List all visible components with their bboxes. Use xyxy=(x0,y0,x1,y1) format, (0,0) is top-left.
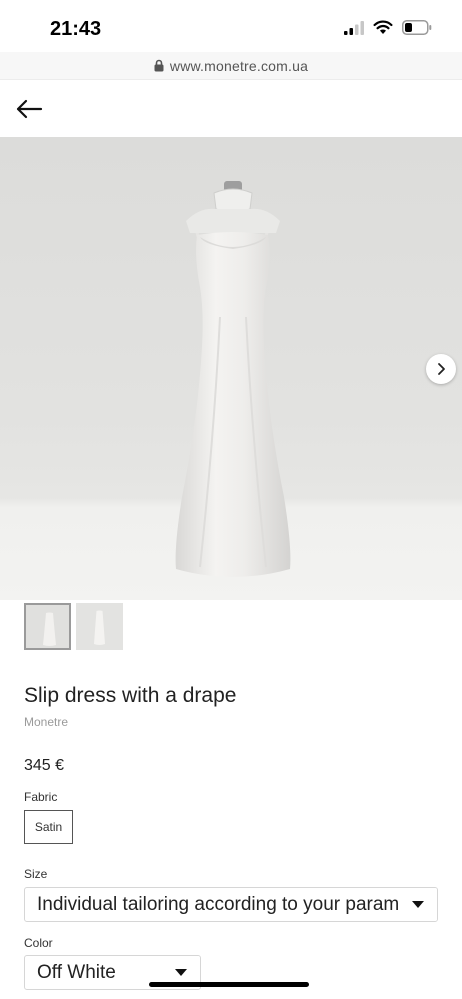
product-title: Slip dress with a drape xyxy=(24,684,237,707)
size-select[interactable]: Individual tailoring according to your p… xyxy=(24,887,438,922)
status-time: 21:43 xyxy=(50,18,102,40)
size-label: Size xyxy=(24,867,48,881)
thumbnail-dress-image xyxy=(76,603,123,650)
back-button[interactable] xyxy=(14,94,44,124)
thumbnail-1[interactable] xyxy=(24,603,71,650)
chevron-down-icon xyxy=(399,888,437,921)
top-nav xyxy=(0,80,462,137)
thumbnail-2[interactable] xyxy=(76,603,123,650)
fabric-option-satin[interactable]: Satin xyxy=(24,810,73,844)
browser-url-bar[interactable]: www.monetre.com.ua xyxy=(0,52,462,80)
chevron-right-icon xyxy=(438,363,445,375)
lock-icon xyxy=(154,59,164,72)
battery-icon xyxy=(402,20,432,35)
color-label: Color xyxy=(24,936,53,950)
status-icons xyxy=(344,20,432,35)
product-price: 345 € xyxy=(24,757,65,774)
fabric-label: Fabric xyxy=(24,790,58,804)
home-indicator[interactable] xyxy=(149,982,309,987)
gallery-next-button[interactable] xyxy=(426,354,456,384)
gallery-thumbnails xyxy=(24,603,123,650)
wifi-icon xyxy=(373,20,393,34)
thumbnail-dress-image xyxy=(26,605,69,648)
arrow-left-icon xyxy=(16,99,43,119)
url-text: www.monetre.com.ua xyxy=(169,57,309,74)
product-photo-dress xyxy=(175,181,291,577)
product-image-gallery[interactable] xyxy=(0,137,462,600)
color-select-value: Off White xyxy=(37,961,116,983)
signal-icon xyxy=(344,20,364,35)
size-select-value: Individual tailoring according to your p… xyxy=(37,893,399,915)
product-brand[interactable]: Monetre xyxy=(24,715,68,729)
status-bar: 21:43 xyxy=(0,0,462,52)
